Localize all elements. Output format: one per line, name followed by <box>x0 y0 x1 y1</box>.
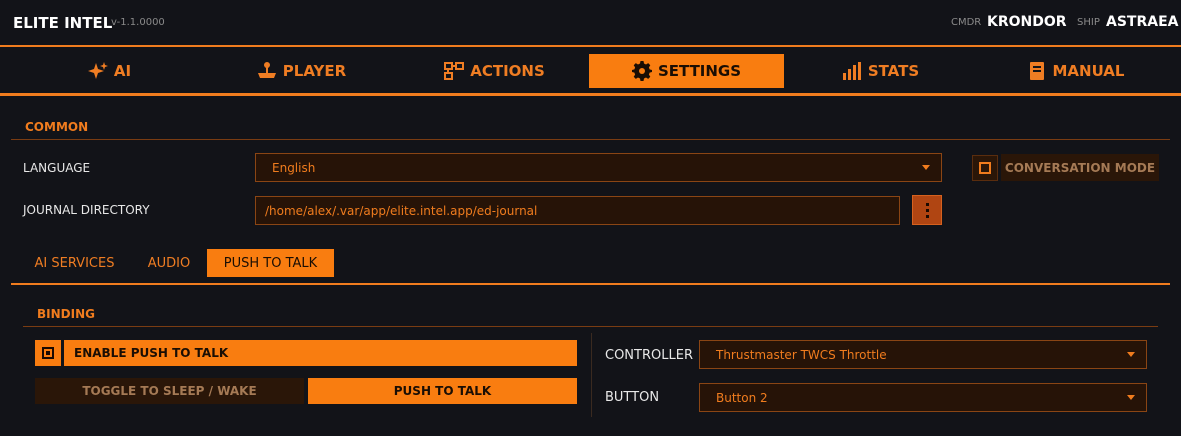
tab-settings-label: SETTINGS <box>657 62 742 80</box>
journal-directory-value: /home/alex/.var/app/elite.intel.app/ed-j… <box>265 203 538 218</box>
button-label: BUTTON <box>605 390 660 405</box>
binding-section-title: BINDING <box>37 307 95 321</box>
tab-actions-label: ACTIONS <box>470 62 545 80</box>
tab-stats-label: STATS <box>867 62 920 80</box>
subtab-audio-label: AUDIO <box>147 255 191 271</box>
ship-label: SHIP <box>1077 17 1100 28</box>
checkbox-checked-icon <box>42 347 54 359</box>
language-label: LANGUAGE <box>23 161 91 175</box>
chevron-down-icon <box>1127 395 1135 400</box>
sparkle-icon <box>87 62 108 79</box>
controller-value: Thrustmaster TWCS Throttle <box>716 347 887 362</box>
kebab-dot-icon <box>925 208 929 212</box>
button-select[interactable]: Button 2 <box>699 383 1147 412</box>
button-value: Button 2 <box>716 390 768 405</box>
main-nav: AI PLAYER ACTIONS SETTINGS STATS MANUAL <box>0 49 1181 96</box>
toggle-sleep-wake-button[interactable]: TOGGLE TO SLEEP / WAKE <box>35 378 304 404</box>
controller-select[interactable]: Thrustmaster TWCS Throttle <box>699 340 1147 369</box>
tab-player[interactable]: PLAYER <box>204 54 399 88</box>
journal-directory-label: JOURNAL DIRECTORY <box>23 203 150 217</box>
subtab-push-to-talk[interactable]: PUSH TO TALK <box>207 249 334 277</box>
conversation-mode-checkbox[interactable] <box>972 155 998 181</box>
tab-ai-label: AI <box>113 62 132 80</box>
language-select[interactable]: English <box>255 153 942 182</box>
app-header: ELITE INTEL v-1.1.0000 CMDR KRONDOR SHIP… <box>0 0 1181 47</box>
subtab-underline <box>11 283 1170 285</box>
tab-manual[interactable]: MANUAL <box>978 54 1173 88</box>
gear-icon <box>631 61 652 81</box>
subtab-ai-services-label: AI SERVICES <box>34 255 115 271</box>
chevron-down-icon <box>1127 352 1135 357</box>
conversation-mode-button[interactable]: CONVERSATION MODE <box>1001 154 1159 181</box>
checkbox-empty-icon <box>979 162 991 174</box>
subtab-audio[interactable]: AUDIO <box>137 249 201 277</box>
book-icon <box>1029 62 1044 80</box>
joystick-icon <box>257 62 276 78</box>
app-version: v-1.1.0000 <box>111 17 165 28</box>
subtab-push-to-talk-label: PUSH TO TALK <box>223 255 318 271</box>
enable-ptt-button[interactable]: ENABLE PUSH TO TALK <box>64 340 577 366</box>
subtab-ai-services[interactable]: AI SERVICES <box>22 249 127 277</box>
tab-ai[interactable]: AI <box>12 54 207 88</box>
kebab-dot-icon <box>925 202 929 206</box>
binding-vertical-divider <box>591 333 592 417</box>
chevron-down-icon <box>922 165 930 170</box>
push-to-talk-mode-button[interactable]: PUSH TO TALK <box>308 378 577 404</box>
tab-stats[interactable]: STATS <box>783 54 978 88</box>
language-value: English <box>272 160 316 175</box>
kebab-dot-icon <box>925 214 929 218</box>
tab-actions[interactable]: ACTIONS <box>397 54 592 88</box>
common-section-title: COMMON <box>25 120 89 134</box>
flowchart-icon <box>444 62 465 80</box>
app-title: ELITE INTEL <box>13 14 113 32</box>
tab-manual-label: MANUAL <box>1052 62 1125 80</box>
binding-divider <box>23 326 1158 327</box>
common-divider <box>11 139 1170 140</box>
browse-directory-button[interactable] <box>912 195 942 225</box>
cmdr-label: CMDR <box>951 17 982 28</box>
bar-chart-icon <box>842 62 861 80</box>
journal-directory-input[interactable]: /home/alex/.var/app/elite.intel.app/ed-j… <box>255 196 900 225</box>
tab-player-label: PLAYER <box>282 62 347 80</box>
tab-settings[interactable]: SETTINGS <box>589 54 784 88</box>
controller-label: CONTROLLER <box>605 348 693 363</box>
ship-name: ASTRAEA <box>1106 14 1179 30</box>
cmdr-name: KRONDOR <box>987 14 1067 30</box>
enable-ptt-checkbox[interactable] <box>35 340 61 366</box>
